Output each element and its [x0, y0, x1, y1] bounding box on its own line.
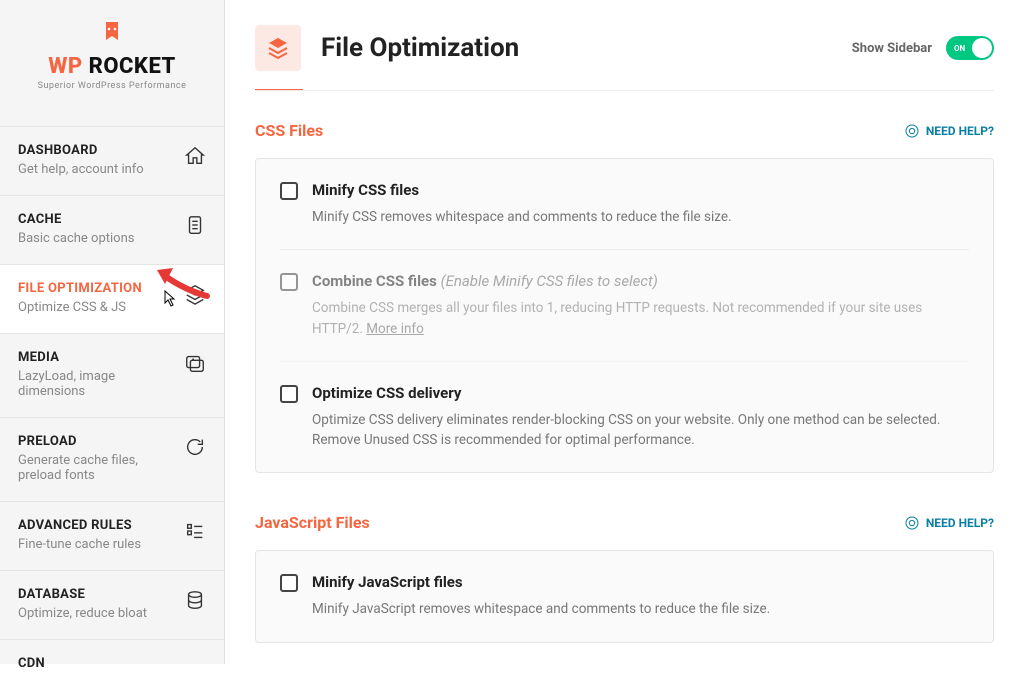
home-icon — [184, 145, 206, 167]
js-section-title: JavaScript Files — [255, 513, 370, 532]
minify-css-checkbox[interactable] — [280, 182, 298, 200]
nav-title-media: MEDIA — [18, 350, 184, 365]
nav-sub-database: Optimize, reduce bloat — [18, 606, 147, 621]
option-optimize-css: Optimize CSS delivery Optimize CSS deliv… — [280, 362, 969, 473]
nav-sub-advanced: Fine-tune cache rules — [18, 537, 141, 552]
logo-tagline: Superior WordPress Performance — [0, 81, 224, 91]
nav-sub-dashboard: Get help, account info — [18, 162, 144, 177]
sidebar-item-preload[interactable]: PRELOAD Generate cache files, preload fo… — [0, 417, 224, 501]
refresh-icon — [184, 436, 206, 458]
js-options-box: Minify JavaScript files Minify JavaScrip… — [255, 550, 994, 642]
css-options-box: Minify CSS files Minify CSS removes whit… — [255, 158, 994, 473]
page-title: File Optimization — [321, 33, 519, 63]
option-minify-css: Minify CSS files Minify CSS removes whit… — [280, 159, 969, 250]
nav-title-file-opt: FILE OPTIMIZATION — [18, 281, 142, 296]
sidebar-item-dashboard[interactable]: DASHBOARD Get help, account info — [0, 126, 224, 195]
database-icon — [184, 589, 206, 611]
minify-css-title: Minify CSS files — [312, 181, 969, 199]
css-need-help-link[interactable]: NEED HELP? — [904, 123, 994, 139]
toggle-knob — [972, 38, 992, 58]
document-icon — [184, 214, 206, 236]
help-icon — [904, 515, 920, 531]
logo: WP ROCKET Superior WordPress Performance — [0, 0, 224, 126]
nav-sub-media: LazyLoad, image dimensions — [18, 369, 184, 399]
optimize-css-title: Optimize CSS delivery — [312, 384, 969, 402]
logo-rocket-text: ROCKET — [83, 54, 176, 79]
nav-title-database: DATABASE — [18, 587, 147, 602]
nav-sub-file-opt: Optimize CSS & JS — [18, 300, 142, 315]
combine-css-more-info-link[interactable]: More info — [366, 321, 424, 337]
js-need-help-link[interactable]: NEED HELP? — [904, 515, 994, 531]
sidebar-item-database[interactable]: DATABASE Optimize, reduce bloat — [0, 570, 224, 639]
list-icon — [184, 520, 206, 542]
option-minify-js: Minify JavaScript files Minify JavaScrip… — [280, 551, 969, 641]
image-icon — [184, 352, 206, 374]
page-header-icon — [255, 25, 301, 71]
minify-css-desc: Minify CSS removes whitespace and commen… — [312, 207, 969, 227]
css-section-title: CSS Files — [255, 121, 323, 140]
minify-js-checkbox[interactable] — [280, 574, 298, 592]
sidebar-item-file-optimization[interactable]: FILE OPTIMIZATION Optimize CSS & JS — [0, 264, 224, 333]
nav-title-cache: CACHE — [18, 212, 134, 227]
show-sidebar-toggle[interactable]: ON — [946, 36, 994, 60]
logo-wp-text: WP — [48, 54, 82, 79]
nav-title-advanced: ADVANCED RULES — [18, 518, 141, 533]
optimize-css-desc: Optimize CSS delivery eliminates render-… — [312, 410, 969, 451]
help-icon — [904, 123, 920, 139]
sidebar: WP ROCKET Superior WordPress Performance… — [0, 0, 225, 664]
option-combine-css: Combine CSS files (Enable Minify CSS fil… — [280, 250, 969, 362]
css-section-header: CSS Files NEED HELP? — [255, 121, 994, 140]
sidebar-item-cdn[interactable]: CDN — [0, 639, 224, 689]
sidebar-item-cache[interactable]: CACHE Basic cache options — [0, 195, 224, 264]
page-header: File Optimization Show Sidebar ON — [255, 25, 994, 91]
nav-title-preload: PRELOAD — [18, 434, 184, 449]
combine-css-title: Combine CSS files (Enable Minify CSS fil… — [312, 272, 969, 290]
nav-sub-preload: Generate cache files, preload fonts — [18, 453, 184, 483]
sidebar-item-media[interactable]: MEDIA LazyLoad, image dimensions — [0, 333, 224, 417]
layers-icon — [184, 283, 206, 305]
js-section-header: JavaScript Files NEED HELP? — [255, 513, 994, 532]
sidebar-item-advanced-rules[interactable]: ADVANCED RULES Fine-tune cache rules — [0, 501, 224, 570]
main-content: File Optimization Show Sidebar ON CSS Fi… — [225, 0, 1024, 664]
logo-ribbon-icon — [103, 22, 121, 54]
css-need-help-text: NEED HELP? — [926, 124, 994, 138]
nav-sub-cache: Basic cache options — [18, 231, 134, 246]
optimize-css-checkbox[interactable] — [280, 385, 298, 403]
combine-css-checkbox — [280, 273, 298, 291]
toggle-state-label: ON — [954, 44, 965, 53]
nav-title-dashboard: DASHBOARD — [18, 143, 144, 158]
minify-js-desc: Minify JavaScript removes whitespace and… — [312, 599, 969, 619]
js-need-help-text: NEED HELP? — [926, 516, 994, 530]
minify-js-title: Minify JavaScript files — [312, 573, 969, 591]
combine-css-desc: Combine CSS merges all your files into 1… — [312, 298, 969, 339]
show-sidebar-label: Show Sidebar — [852, 41, 932, 56]
